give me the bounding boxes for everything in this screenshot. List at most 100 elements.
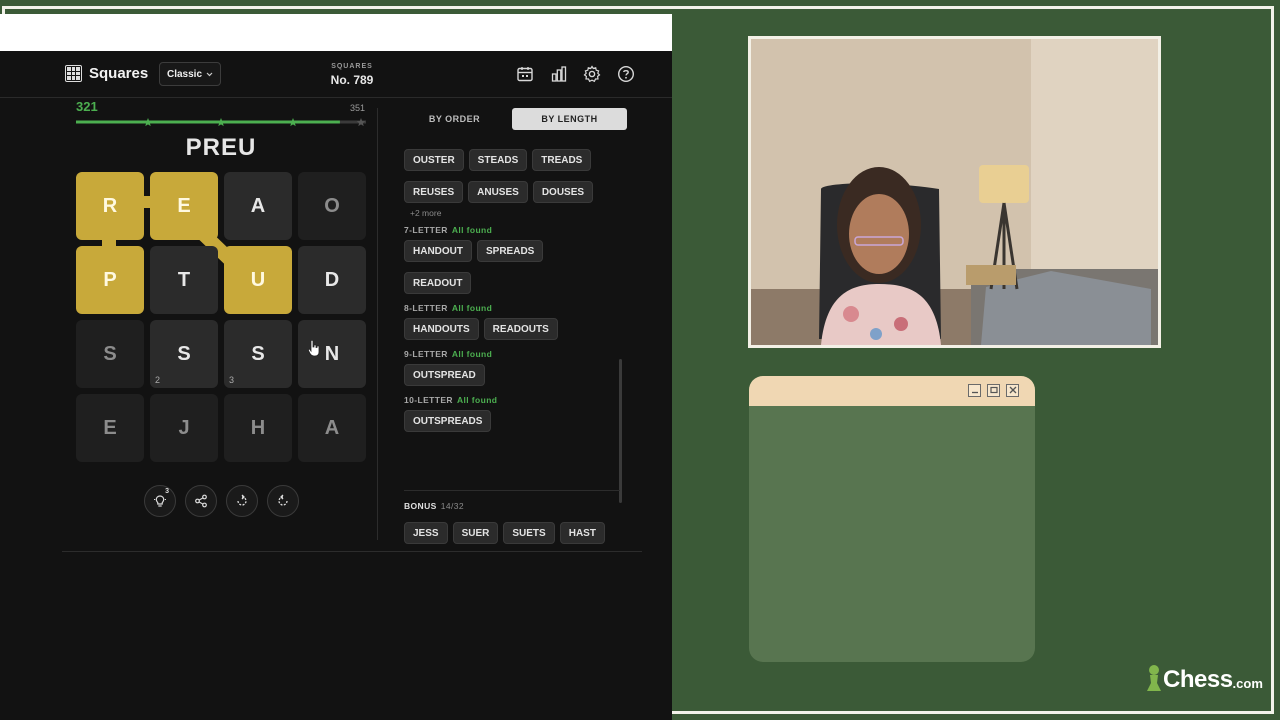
- word-chip[interactable]: SPREADS: [477, 240, 544, 262]
- word-chip[interactable]: TREADS: [532, 149, 592, 171]
- letter-tile[interactable]: S: [76, 320, 144, 388]
- tile-letter: S: [103, 342, 117, 365]
- share-button[interactable]: [185, 485, 217, 517]
- word-row: REUSES ANUSES DOUSES: [404, 176, 619, 208]
- word-chip[interactable]: REUSES: [404, 181, 464, 203]
- word-chip[interactable]: OUTSPREAD: [404, 364, 485, 386]
- chevron-down-icon: [206, 72, 213, 76]
- all-found-status: All found: [451, 225, 493, 235]
- tile-letter: P: [103, 268, 117, 291]
- word-chip[interactable]: SUER: [452, 522, 499, 544]
- mode-label: Classic: [166, 68, 203, 80]
- all-found-status: All found: [451, 349, 493, 359]
- bonus-words: JESS SUER SUETS HAST: [404, 522, 610, 544]
- stats-icon[interactable]: [550, 65, 568, 83]
- word-chip[interactable]: OUTSPREADS: [404, 410, 492, 432]
- squares-logo-icon: [65, 65, 82, 82]
- letter-grid: REAOPTUDSS2S3NEJHA: [76, 172, 366, 462]
- rotate-right-button[interactable]: [267, 485, 299, 517]
- max-score: 351: [350, 103, 366, 113]
- tile-letter: O: [324, 194, 340, 217]
- tile-letter: A: [250, 194, 266, 217]
- all-found-status: All found: [451, 303, 493, 313]
- word-chip[interactable]: HANDOUT: [404, 240, 472, 262]
- letter-tile[interactable]: S3: [224, 320, 292, 388]
- tile-letter: J: [178, 416, 190, 439]
- word-chip[interactable]: SUETS: [503, 522, 555, 544]
- letter-tile[interactable]: S2: [150, 320, 218, 388]
- tile-use-count: 2: [155, 375, 161, 385]
- puzzle-number: No. 789: [330, 73, 374, 87]
- bonus-header: BONUS 14/32: [404, 501, 464, 511]
- current-word: PREU: [185, 134, 257, 161]
- current-score: 321: [76, 99, 98, 114]
- letter-tile[interactable]: E: [76, 394, 144, 462]
- tile-letter: A: [324, 416, 340, 439]
- word-chip[interactable]: READOUTS: [483, 318, 558, 340]
- calendar-icon[interactable]: [516, 65, 534, 83]
- letter-tile[interactable]: U: [224, 246, 292, 314]
- letter-tile[interactable]: R: [76, 172, 144, 240]
- help-icon[interactable]: [617, 65, 635, 83]
- word-chip[interactable]: DOUSES: [532, 181, 594, 203]
- score-progress-bar: [76, 118, 366, 127]
- webcam-image: [751, 39, 1158, 345]
- letter-tile[interactable]: T: [150, 246, 218, 314]
- rotate-left-icon: [237, 494, 247, 506]
- length-group-header: 9-LETTER All found: [404, 349, 619, 359]
- window-titlebar[interactable]: [749, 376, 1035, 406]
- word-chip[interactable]: READOUT: [404, 272, 472, 294]
- stream-stage: Squares Classic SQUARES No. 789 321 351: [0, 0, 1280, 720]
- pawn-icon: [1147, 665, 1161, 691]
- word-row: HANDOUT SPREADS: [404, 235, 619, 267]
- tab-by-order[interactable]: BY ORDER: [397, 108, 512, 130]
- letter-tile[interactable]: D: [298, 246, 366, 314]
- length-group-label: 10-LETTER: [404, 395, 453, 405]
- word-row: OUTSPREAD: [404, 359, 619, 391]
- tile-letter: E: [177, 194, 191, 217]
- panel-divider: [377, 108, 378, 540]
- word-sort-tabs: BY ORDER BY LENGTH: [397, 108, 627, 130]
- webcam-feed: [748, 36, 1161, 348]
- lightbulb-icon: [154, 495, 166, 507]
- letter-tile[interactable]: P: [76, 246, 144, 314]
- more-words-link[interactable]: +2 more: [410, 208, 619, 221]
- hint-button[interactable]: 3: [144, 485, 176, 517]
- milestone-star-icon: [143, 118, 153, 127]
- word-chip[interactable]: HAST: [559, 522, 605, 544]
- milestone-star-icon: [216, 118, 226, 127]
- letter-tile[interactable]: A: [224, 172, 292, 240]
- mode-dropdown[interactable]: Classic: [159, 62, 221, 86]
- empty-overlay-window: [749, 376, 1035, 662]
- rotate-left-button[interactable]: [226, 485, 258, 517]
- word-chip[interactable]: HANDOUTS: [404, 318, 479, 340]
- length-group-header: 8-LETTER All found: [404, 303, 619, 313]
- words-scrollbar[interactable]: [619, 359, 622, 503]
- minimize-icon[interactable]: [968, 384, 981, 397]
- app-name: Squares: [89, 65, 149, 82]
- letter-tile[interactable]: O: [298, 172, 366, 240]
- word-chip[interactable]: STEADS: [468, 149, 528, 171]
- tile-use-count: 3: [229, 375, 235, 385]
- word-chip[interactable]: OUSTER: [404, 149, 464, 171]
- brand-name: Chess: [1163, 666, 1233, 693]
- tile-letter: N: [324, 342, 340, 365]
- letter-tile[interactable]: H: [224, 394, 292, 462]
- bonus-count: 14/32: [440, 501, 464, 511]
- word-chip[interactable]: JESS: [404, 522, 448, 544]
- tile-letter: S: [177, 342, 191, 365]
- tile-letter: U: [250, 268, 266, 291]
- tab-by-length[interactable]: BY LENGTH: [512, 108, 627, 130]
- maximize-icon[interactable]: [987, 384, 1000, 397]
- close-icon[interactable]: [1006, 384, 1019, 397]
- length-group-header: 7-LETTER All found: [404, 225, 619, 235]
- gear-icon[interactable]: [583, 65, 601, 83]
- length-group-label: 7-LETTER: [404, 225, 448, 235]
- game-tools: 3: [144, 485, 299, 517]
- letter-tile[interactable]: A: [298, 394, 366, 462]
- word-chip[interactable]: ANUSES: [468, 181, 528, 203]
- app-logo[interactable]: Squares: [65, 65, 148, 82]
- letter-tile[interactable]: J: [150, 394, 218, 462]
- letter-tile[interactable]: E: [150, 172, 218, 240]
- browser-blank-bar: [0, 14, 672, 51]
